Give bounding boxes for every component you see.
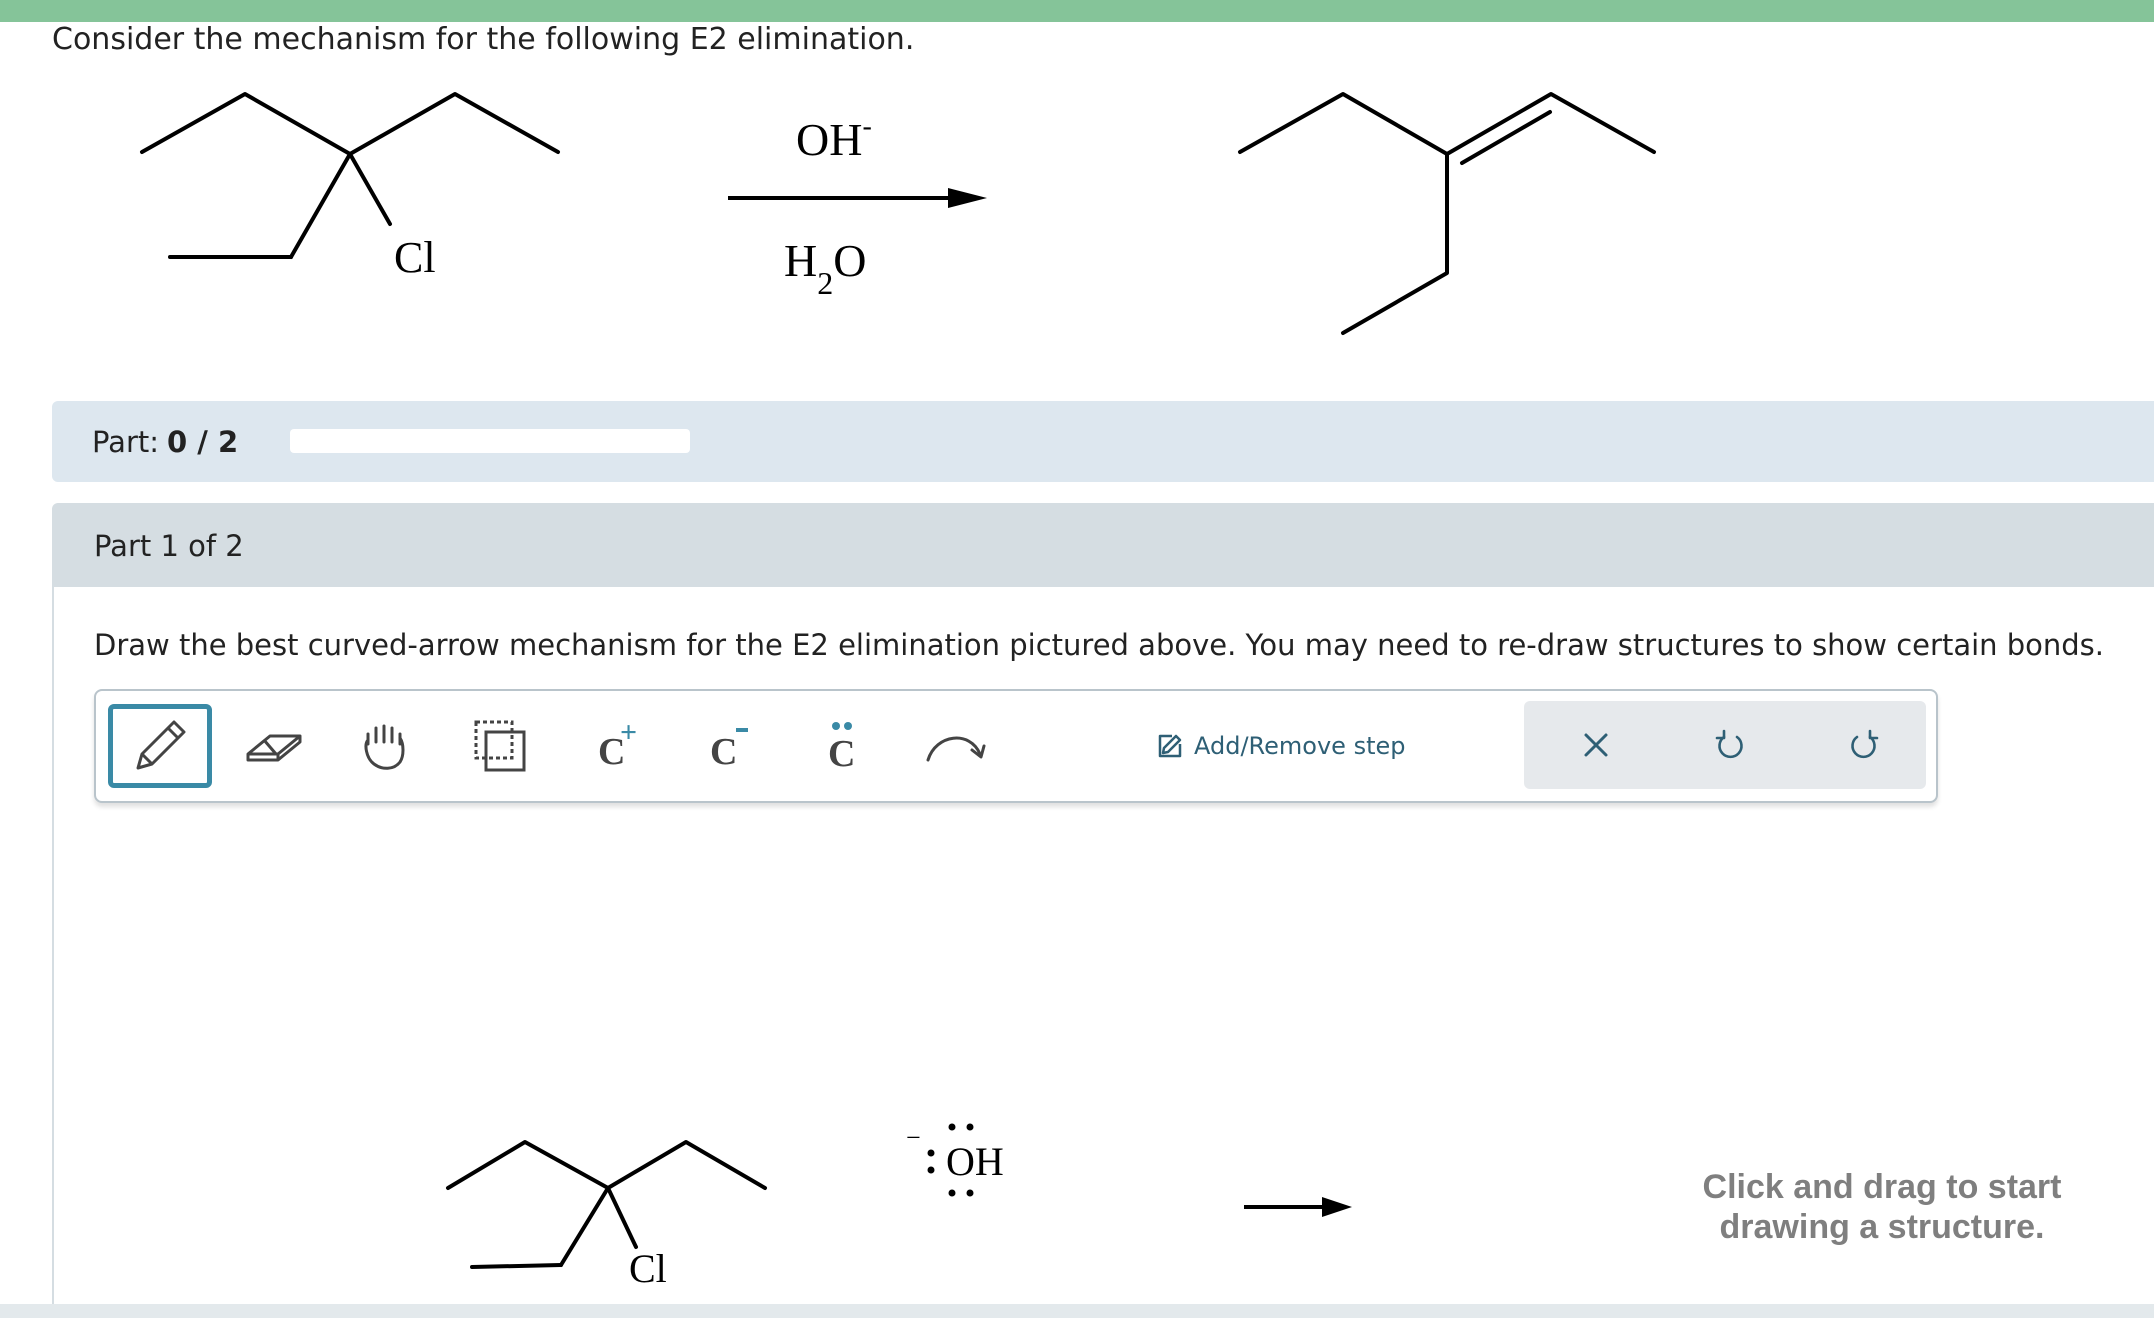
reaction-arrow (728, 188, 987, 208)
canvas-cl-label[interactable]: Cl (629, 1246, 667, 1291)
reaction-scheme: Cl OH- H2O (140, 92, 1656, 335)
carbocation-tool[interactable]: C + (562, 704, 666, 788)
history-controls (1524, 701, 1926, 789)
part-title: Part 1 of 2 (94, 529, 244, 563)
add-remove-step-button[interactable]: Add/Remove step (1156, 726, 1406, 766)
curved-arrow-tool[interactable] (904, 704, 1008, 788)
hydroxide-label: OH (946, 1139, 1004, 1184)
top-accent-bar (0, 0, 2154, 22)
eraser-icon (246, 734, 302, 762)
hint-line-1: Click and drag to start (1702, 1168, 2062, 1206)
progress-track (290, 429, 690, 453)
svg-text:+: + (620, 716, 637, 749)
redo-button[interactable] (1834, 715, 1894, 775)
pencil-tool[interactable] (108, 704, 212, 788)
pan-tool[interactable] (334, 704, 438, 788)
select-box-icon (474, 720, 526, 772)
lone-pair-icon: C (828, 722, 855, 775)
hydroxide-charge: − (906, 1123, 921, 1152)
part-progress-bar: Part: 0 / 2 (52, 401, 2154, 482)
part-progress-label: Part: 0 / 2 (92, 425, 239, 459)
product-structure (1238, 92, 1656, 335)
select-tool[interactable] (448, 704, 552, 788)
reactant-cl-label: Cl (394, 233, 436, 282)
carbanion-tool[interactable]: C (674, 704, 778, 788)
part-header: Part 1 of 2 (52, 503, 2154, 587)
edit-icon (1158, 734, 1182, 758)
hand-icon (364, 724, 405, 770)
bottom-divider (0, 1304, 2154, 1318)
reagent-water: H2O (784, 235, 866, 301)
curved-arrow-icon (926, 736, 986, 762)
carbanion-icon: C (710, 728, 748, 773)
canvas-hydroxide[interactable]: − OH (906, 1123, 1004, 1197)
svg-text:C: C (828, 733, 855, 775)
drawing-toolbar: C + C C Add/Remove step (94, 689, 1938, 803)
undo-button[interactable] (1700, 715, 1760, 775)
undo-icon (1715, 729, 1743, 759)
clear-button[interactable] (1566, 715, 1626, 775)
clear-icon (1584, 733, 1608, 757)
add-remove-step-label: Add/Remove step (1194, 732, 1406, 760)
carbocation-icon: C + (598, 716, 637, 773)
pencil-icon (136, 720, 186, 770)
canvas-reactant-structure[interactable] (446, 1140, 767, 1269)
eraser-tool[interactable] (222, 704, 326, 788)
reagent-hydroxide: OH- (796, 111, 872, 165)
canvas-reaction-arrow[interactable] (1244, 1197, 1352, 1217)
part-progress-value: 0 / 2 (167, 425, 239, 459)
reactant-structure (140, 92, 560, 259)
hint-line-2: drawing a structure. (1719, 1208, 2045, 1246)
redo-icon (1851, 729, 1879, 759)
lone-pair-tool[interactable]: C (790, 704, 894, 788)
svg-text:C: C (710, 731, 737, 773)
part-instruction: Draw the best curved-arrow mechanism for… (94, 628, 2105, 662)
canvas-hint: Click and drag to start drawing a struct… (1622, 1167, 2142, 1247)
